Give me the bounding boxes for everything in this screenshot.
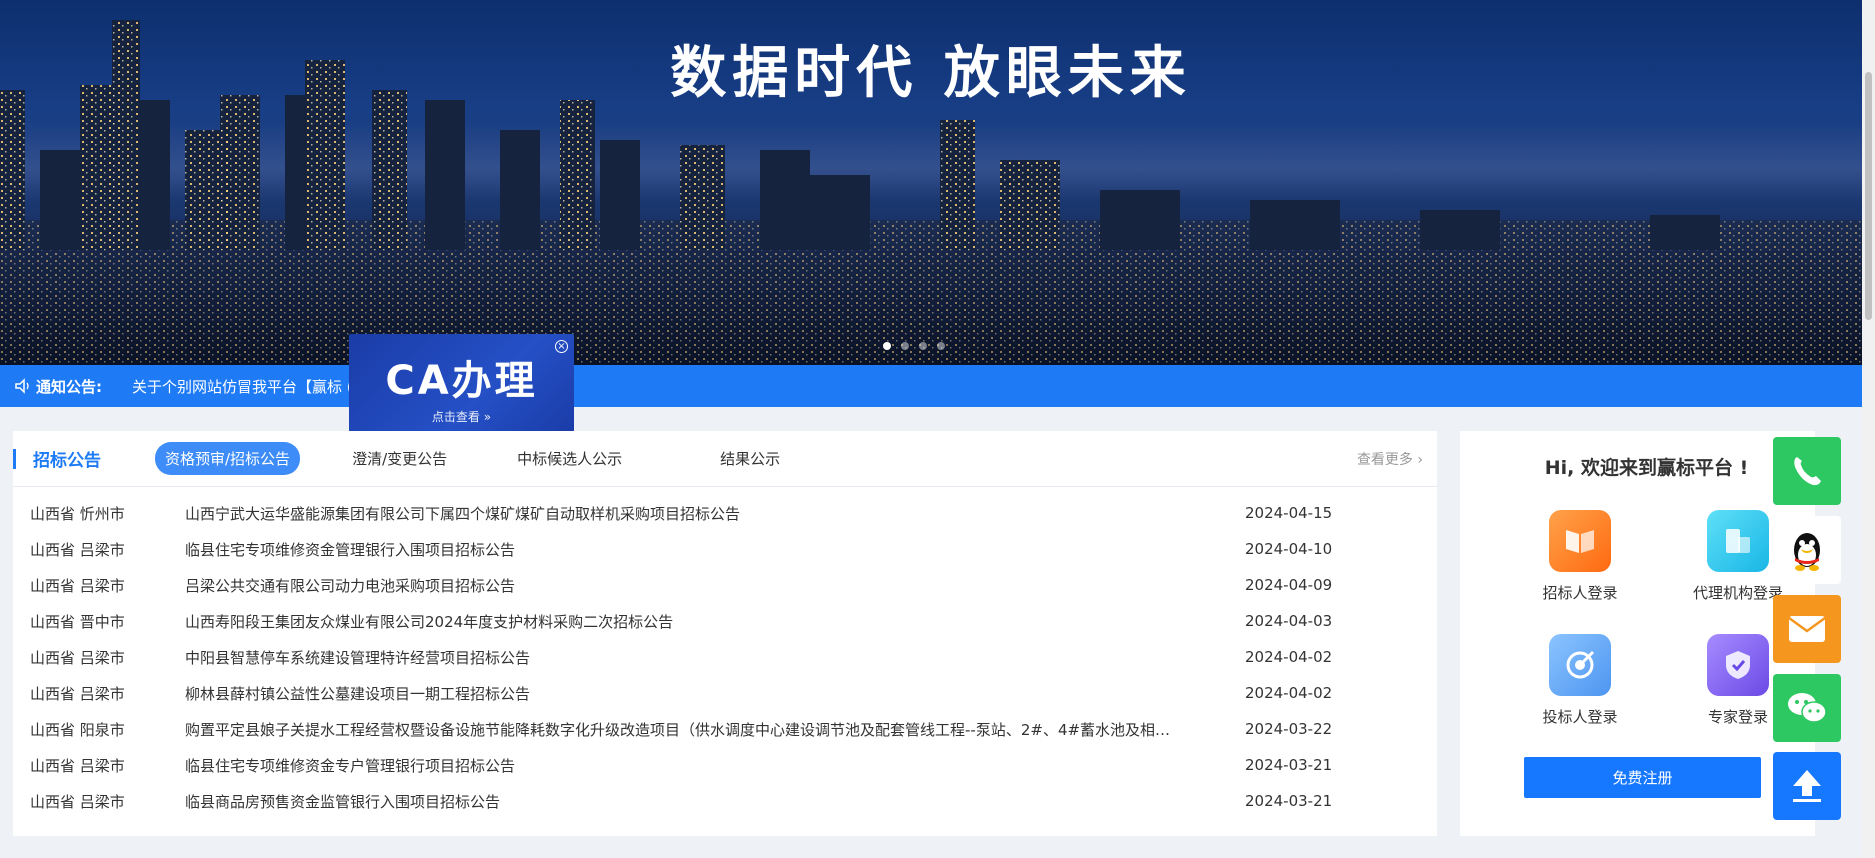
item-date: 2024-04-03: [1245, 612, 1333, 630]
banner-title: 数据时代 放眼未来: [670, 41, 1192, 106]
item-title[interactable]: 临县商品房预售资金监管银行入围项目招标公告: [183, 791, 1233, 812]
list-item[interactable]: 山西省 吕梁市 临县住宅专项维修资金管理银行入围项目招标公告 2024-04-10: [13, 531, 1437, 567]
section-accent-bar: [13, 449, 16, 469]
wechat-button[interactable]: [1773, 674, 1841, 742]
item-date: 2024-04-15: [1245, 504, 1333, 522]
announcement-list: 山西省 忻州市 山西宁武大运华盛能源集团有限公司下属四个煤矿煤矿自动取样机采购项目…: [13, 487, 1437, 819]
list-item[interactable]: 山西省 吕梁市 吕梁公共交通有限公司动力电池采购项目招标公告 2024-04-09: [13, 567, 1437, 603]
notice-bar: 通知公告: 关于个别网站仿冒我平台【赢标 ( 区) 】的声明: [0, 365, 1862, 407]
item-title[interactable]: 山西寿阳段王集团友众煤业有限公司2024年度支护材料采购二次招标公告: [183, 611, 1233, 632]
tab-prequalification[interactable]: 资格预审/招标公告: [155, 442, 301, 475]
list-item[interactable]: 山西省 忻州市 山西宁武大运华盛能源集团有限公司下属四个煤矿煤矿自动取样机采购项目…: [13, 495, 1437, 531]
item-region: 山西省 阳泉市: [30, 720, 125, 739]
welcome-panel: Hi, 欢迎来到赢标平台 ! 招标人登录 代理机构登录 投标人登录 专家登录 免…: [1460, 431, 1815, 836]
item-date: 2024-04-09: [1245, 576, 1333, 594]
email-button[interactable]: [1773, 595, 1841, 663]
announcement-tabs: 招标公告 资格预审/招标公告 澄清/变更公告 中标候选人公示 结果公示 查看更多…: [13, 431, 1437, 487]
list-item[interactable]: 山西省 吕梁市 柳林县薛村镇公益性公墓建设项目一期工程招标公告 2024-04-02: [13, 675, 1437, 711]
item-title[interactable]: 临县住宅专项维修资金管理银行入围项目招标公告: [183, 539, 1233, 560]
bid-announcements-panel: 招标公告 资格预审/招标公告 澄清/变更公告 中标候选人公示 结果公示 查看更多…: [13, 431, 1437, 836]
item-region: 山西省 吕梁市: [30, 576, 125, 595]
close-icon[interactable]: ×: [555, 340, 568, 353]
item-title[interactable]: 临县住宅专项维修资金专户管理银行项目招标公告: [183, 755, 1233, 776]
item-title[interactable]: 柳林县薛村镇公益性公墓建设项目一期工程招标公告: [183, 683, 1233, 704]
speaker-icon: [15, 378, 29, 394]
ca-popup-title: CA办理: [385, 358, 538, 404]
item-title[interactable]: 山西宁武大运华盛能源集团有限公司下属四个煤矿煤矿自动取样机采购项目招标公告: [183, 503, 1233, 524]
list-item[interactable]: 山西省 吕梁市 临县商品房预售资金监管银行入围项目招标公告 2024-03-21: [13, 783, 1437, 819]
item-date: 2024-04-02: [1245, 684, 1333, 702]
item-date: 2024-04-10: [1245, 540, 1333, 558]
item-region: 山西省 晋中市: [30, 612, 125, 631]
scrollbar-thumb[interactable]: [1865, 72, 1872, 320]
wechat-icon: [1788, 693, 1827, 723]
free-register-button[interactable]: 免费注册: [1524, 757, 1761, 798]
tab-candidate[interactable]: 中标候选人公示: [507, 442, 632, 475]
carousel-dot[interactable]: [919, 342, 927, 350]
page-scrollbar[interactable]: [1862, 0, 1875, 858]
welcome-title: Hi, 欢迎来到赢标平台 !: [1544, 457, 1749, 479]
qq-penguin-icon: [1794, 533, 1820, 571]
carousel-dot[interactable]: [901, 342, 909, 350]
login-grid: 招标人登录 代理机构登录 投标人登录 专家登录: [1460, 480, 1815, 730]
tenderer-icon: [1549, 510, 1611, 572]
ca-promo-popup[interactable]: × CA办理 点击查看 »: [349, 334, 574, 432]
carousel-dot[interactable]: [937, 342, 945, 350]
item-date: 2024-03-21: [1245, 756, 1333, 774]
tab-results[interactable]: 结果公示: [710, 442, 790, 475]
item-region: 山西省 吕梁市: [30, 756, 125, 775]
list-item[interactable]: 山西省 吕梁市 中阳县智慧停车系统建设管理特许经营项目招标公告 2024-04-02: [13, 639, 1437, 675]
bidder-login-button[interactable]: 投标人登录: [1510, 634, 1650, 727]
phone-icon: [1794, 457, 1821, 486]
bidder-icon: [1549, 634, 1611, 696]
arrow-up-icon: [1793, 770, 1821, 802]
carousel-dot[interactable]: [883, 342, 891, 350]
notice-label: 通知公告:: [36, 377, 102, 396]
item-title[interactable]: 吕梁公共交通有限公司动力电池采购项目招标公告: [183, 575, 1233, 596]
item-date: 2024-04-02: [1245, 648, 1333, 666]
list-item[interactable]: 山西省 阳泉市 购置平定县娘子关提水工程经营权暨设备设施节能降耗数字化升级改造项目…: [13, 711, 1437, 747]
item-region: 山西省 吕梁市: [30, 684, 125, 703]
item-region: 山西省 吕梁市: [30, 792, 125, 811]
item-region: 山西省 忻州市: [30, 504, 125, 523]
item-date: 2024-03-21: [1245, 792, 1333, 810]
item-region: 山西省 吕梁市: [30, 540, 125, 559]
expert-icon: [1707, 634, 1769, 696]
carousel-dots[interactable]: [883, 342, 945, 350]
tab-clarification[interactable]: 澄清/变更公告: [342, 442, 457, 475]
back-to-top-button[interactable]: [1773, 752, 1841, 820]
mail-icon: [1788, 616, 1826, 642]
hero-banner: 数据时代 放眼未来: [0, 0, 1862, 365]
list-item[interactable]: 山西省 晋中市 山西寿阳段王集团友众煤业有限公司2024年度支护材料采购二次招标公…: [13, 603, 1437, 639]
qq-button[interactable]: [1773, 516, 1841, 584]
section-title: 招标公告: [33, 451, 101, 471]
agency-icon: [1707, 510, 1769, 572]
item-title[interactable]: 中阳县智慧停车系统建设管理特许经营项目招标公告: [183, 647, 1233, 668]
ca-popup-link[interactable]: 点击查看 »: [349, 408, 574, 425]
view-more-link[interactable]: 查看更多 ›: [1357, 449, 1423, 469]
tenderer-login-label: 招标人登录: [1542, 584, 1618, 602]
item-title[interactable]: 购置平定县娘子关提水工程经营权暨设备设施节能降耗数字化升级改造项目（供水调度中心…: [183, 719, 1233, 740]
bidder-login-label: 投标人登录: [1542, 708, 1618, 726]
list-item[interactable]: 山西省 吕梁市 临县住宅专项维修资金专户管理银行项目招标公告 2024-03-21: [13, 747, 1437, 783]
phone-button[interactable]: [1773, 437, 1841, 505]
item-date: 2024-03-22: [1245, 720, 1333, 738]
tenderer-login-button[interactable]: 招标人登录: [1510, 510, 1650, 603]
item-region: 山西省 吕梁市: [30, 648, 125, 667]
